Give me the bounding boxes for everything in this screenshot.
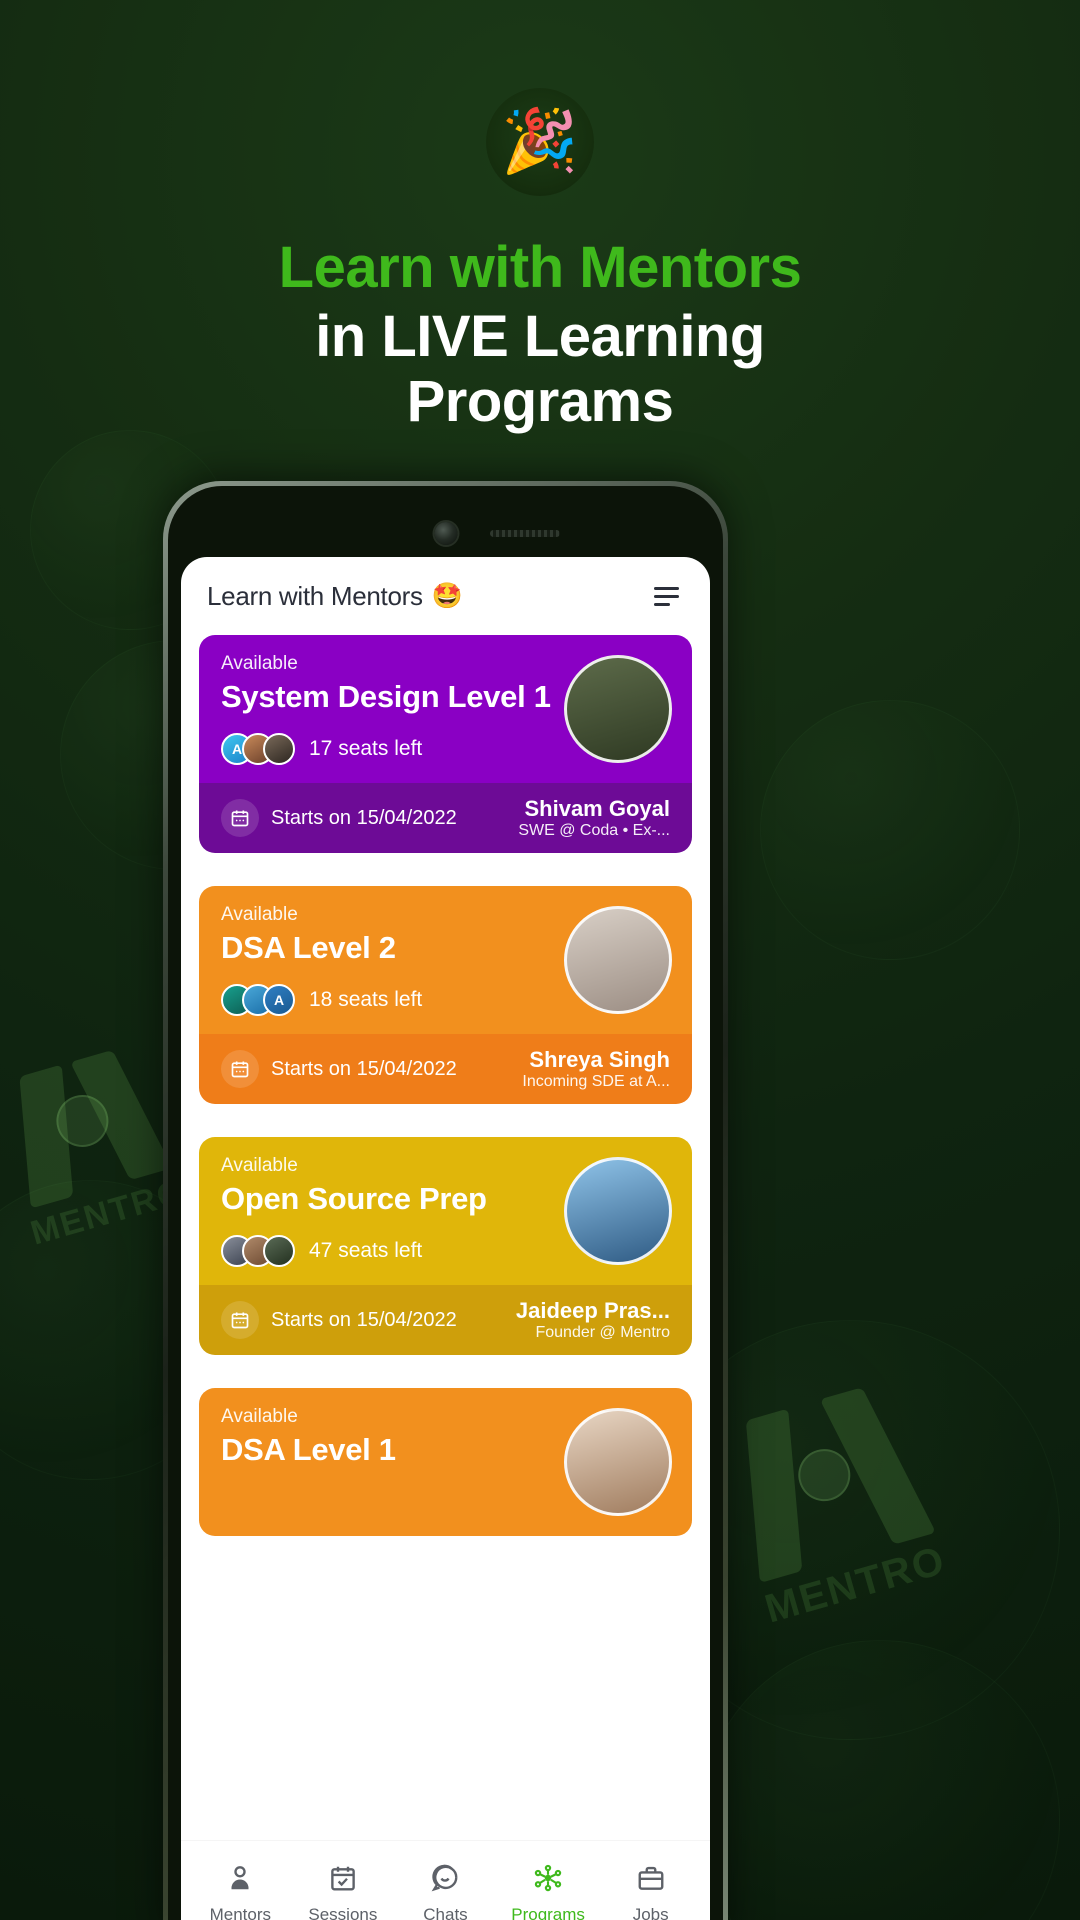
seats-left-text: 47 seats left	[309, 1239, 423, 1262]
nav-label: Programs	[511, 1904, 585, 1920]
mentor-avatar	[564, 1408, 672, 1516]
mentor-role: Incoming SDE at A...	[522, 1073, 670, 1090]
person-icon	[225, 1863, 255, 1898]
app-bar-title-text: Learn with Mentors	[207, 580, 423, 611]
participant-avatars: A	[221, 733, 295, 765]
program-card[interactable]: Available Open Source Prep 47 seats left	[199, 1137, 692, 1355]
program-card[interactable]: Available DSA Level 2 A 18 seats left St…	[199, 886, 692, 1104]
calendar-icon	[221, 1301, 259, 1339]
mentor-name: Shivam Goyal	[524, 796, 670, 821]
program-card-list[interactable]: Available System Design Level 1 A 17 sea…	[181, 635, 710, 1840]
mentor-info: Shivam Goyal SWE @ Coda • Ex-...	[518, 796, 670, 840]
phone-mockup: Learn with Mentors 🤩 Available System De…	[163, 481, 728, 1920]
program-card[interactable]: Available DSA Level 1	[199, 1388, 692, 1536]
seats-left-text: 17 seats left	[309, 737, 423, 760]
party-popper-icon: 🎉	[486, 88, 594, 196]
mentor-info: Shreya Singh Incoming SDE at A...	[522, 1047, 670, 1091]
avatar	[263, 733, 295, 765]
bg-decor-circle	[760, 700, 1020, 960]
mentor-avatar	[564, 655, 672, 763]
hero-section: 🎉 Learn with Mentors in LIVE Learning Pr…	[0, 0, 1080, 433]
program-card-footer: Starts on 15/04/2022 Jaideep Pras... Fou…	[199, 1285, 692, 1355]
hamburger-menu-icon[interactable]	[649, 582, 684, 611]
mentor-name: Shreya Singh	[529, 1047, 670, 1072]
program-card-body: Available DSA Level 2 A 18 seats left	[199, 886, 692, 1034]
calendar-icon	[221, 799, 259, 837]
calendar-check-icon	[328, 1863, 358, 1898]
party-popper-emoji: 🎉	[501, 107, 579, 176]
start-date-group: Starts on 15/04/2022	[221, 1301, 457, 1339]
avatar: A	[263, 984, 295, 1016]
nav-label: Chats	[423, 1904, 468, 1920]
start-date-text: Starts on 15/04/2022	[271, 1057, 457, 1080]
page-title: Learn with Mentors 🤩	[207, 581, 463, 612]
hero-headline-line1: Learn with Mentors	[278, 235, 802, 300]
briefcase-icon	[636, 1863, 666, 1898]
app-screen: Learn with Mentors 🤩 Available System De…	[181, 557, 710, 1920]
mentor-role: Founder @ Mentro	[535, 1324, 670, 1341]
program-card-footer: Starts on 15/04/2022 Shreya Singh Incomi…	[199, 1034, 692, 1104]
seats-left-text: 18 seats left	[309, 988, 423, 1011]
program-card-body: Available System Design Level 1 A 17 sea…	[199, 635, 692, 783]
mentor-info: Jaideep Pras... Founder @ Mentro	[516, 1298, 670, 1342]
nav-item-jobs[interactable]: Jobs	[599, 1863, 702, 1920]
mentor-avatar	[564, 906, 672, 1014]
mentor-role: SWE @ Coda • Ex-...	[518, 822, 670, 839]
hero-headline-line3: Programs	[406, 368, 674, 434]
mentor-name: Jaideep Pras...	[515, 1298, 670, 1323]
start-date-text: Starts on 15/04/2022	[271, 806, 457, 829]
nav-item-chats[interactable]: Chats	[394, 1863, 497, 1920]
bottom-navigation: Mentors Sessions Chats Programs Jobs	[181, 1840, 710, 1920]
program-card-body: Available Open Source Prep 47 seats left	[199, 1137, 692, 1285]
avatar	[263, 1235, 295, 1267]
nav-item-sessions[interactable]: Sessions	[292, 1863, 395, 1920]
nav-item-programs[interactable]: Programs	[497, 1863, 600, 1920]
hero-headline: Learn with Mentors in LIVE Learning Prog…	[0, 235, 1080, 434]
program-card[interactable]: Available System Design Level 1 A 17 sea…	[199, 635, 692, 853]
participant-avatars	[221, 1235, 295, 1267]
star-struck-emoji: 🤩	[431, 581, 463, 610]
chat-smile-icon	[430, 1863, 460, 1898]
program-card-footer: Starts on 15/04/2022 Shivam Goyal SWE @ …	[199, 783, 692, 853]
mentor-avatar	[564, 1157, 672, 1265]
front-camera-icon	[434, 522, 457, 545]
nav-label: Mentors	[209, 1904, 271, 1920]
earpiece-speaker	[489, 530, 560, 537]
nav-label: Jobs	[632, 1904, 669, 1920]
calendar-icon	[221, 1050, 259, 1088]
start-date-text: Starts on 15/04/2022	[271, 1308, 457, 1331]
phone-bezel: Learn with Mentors 🤩 Available System De…	[168, 486, 723, 1920]
hero-headline-line2: in LIVE Learning	[315, 303, 765, 369]
nav-item-mentors[interactable]: Mentors	[189, 1863, 292, 1920]
app-bar: Learn with Mentors 🤩	[181, 557, 710, 635]
program-card-body: Available DSA Level 1	[199, 1388, 692, 1536]
participant-avatars: A	[221, 984, 295, 1016]
nav-label: Sessions	[308, 1904, 378, 1920]
network-nodes-icon	[533, 1863, 563, 1898]
start-date-group: Starts on 15/04/2022	[221, 799, 457, 837]
start-date-group: Starts on 15/04/2022	[221, 1050, 457, 1088]
